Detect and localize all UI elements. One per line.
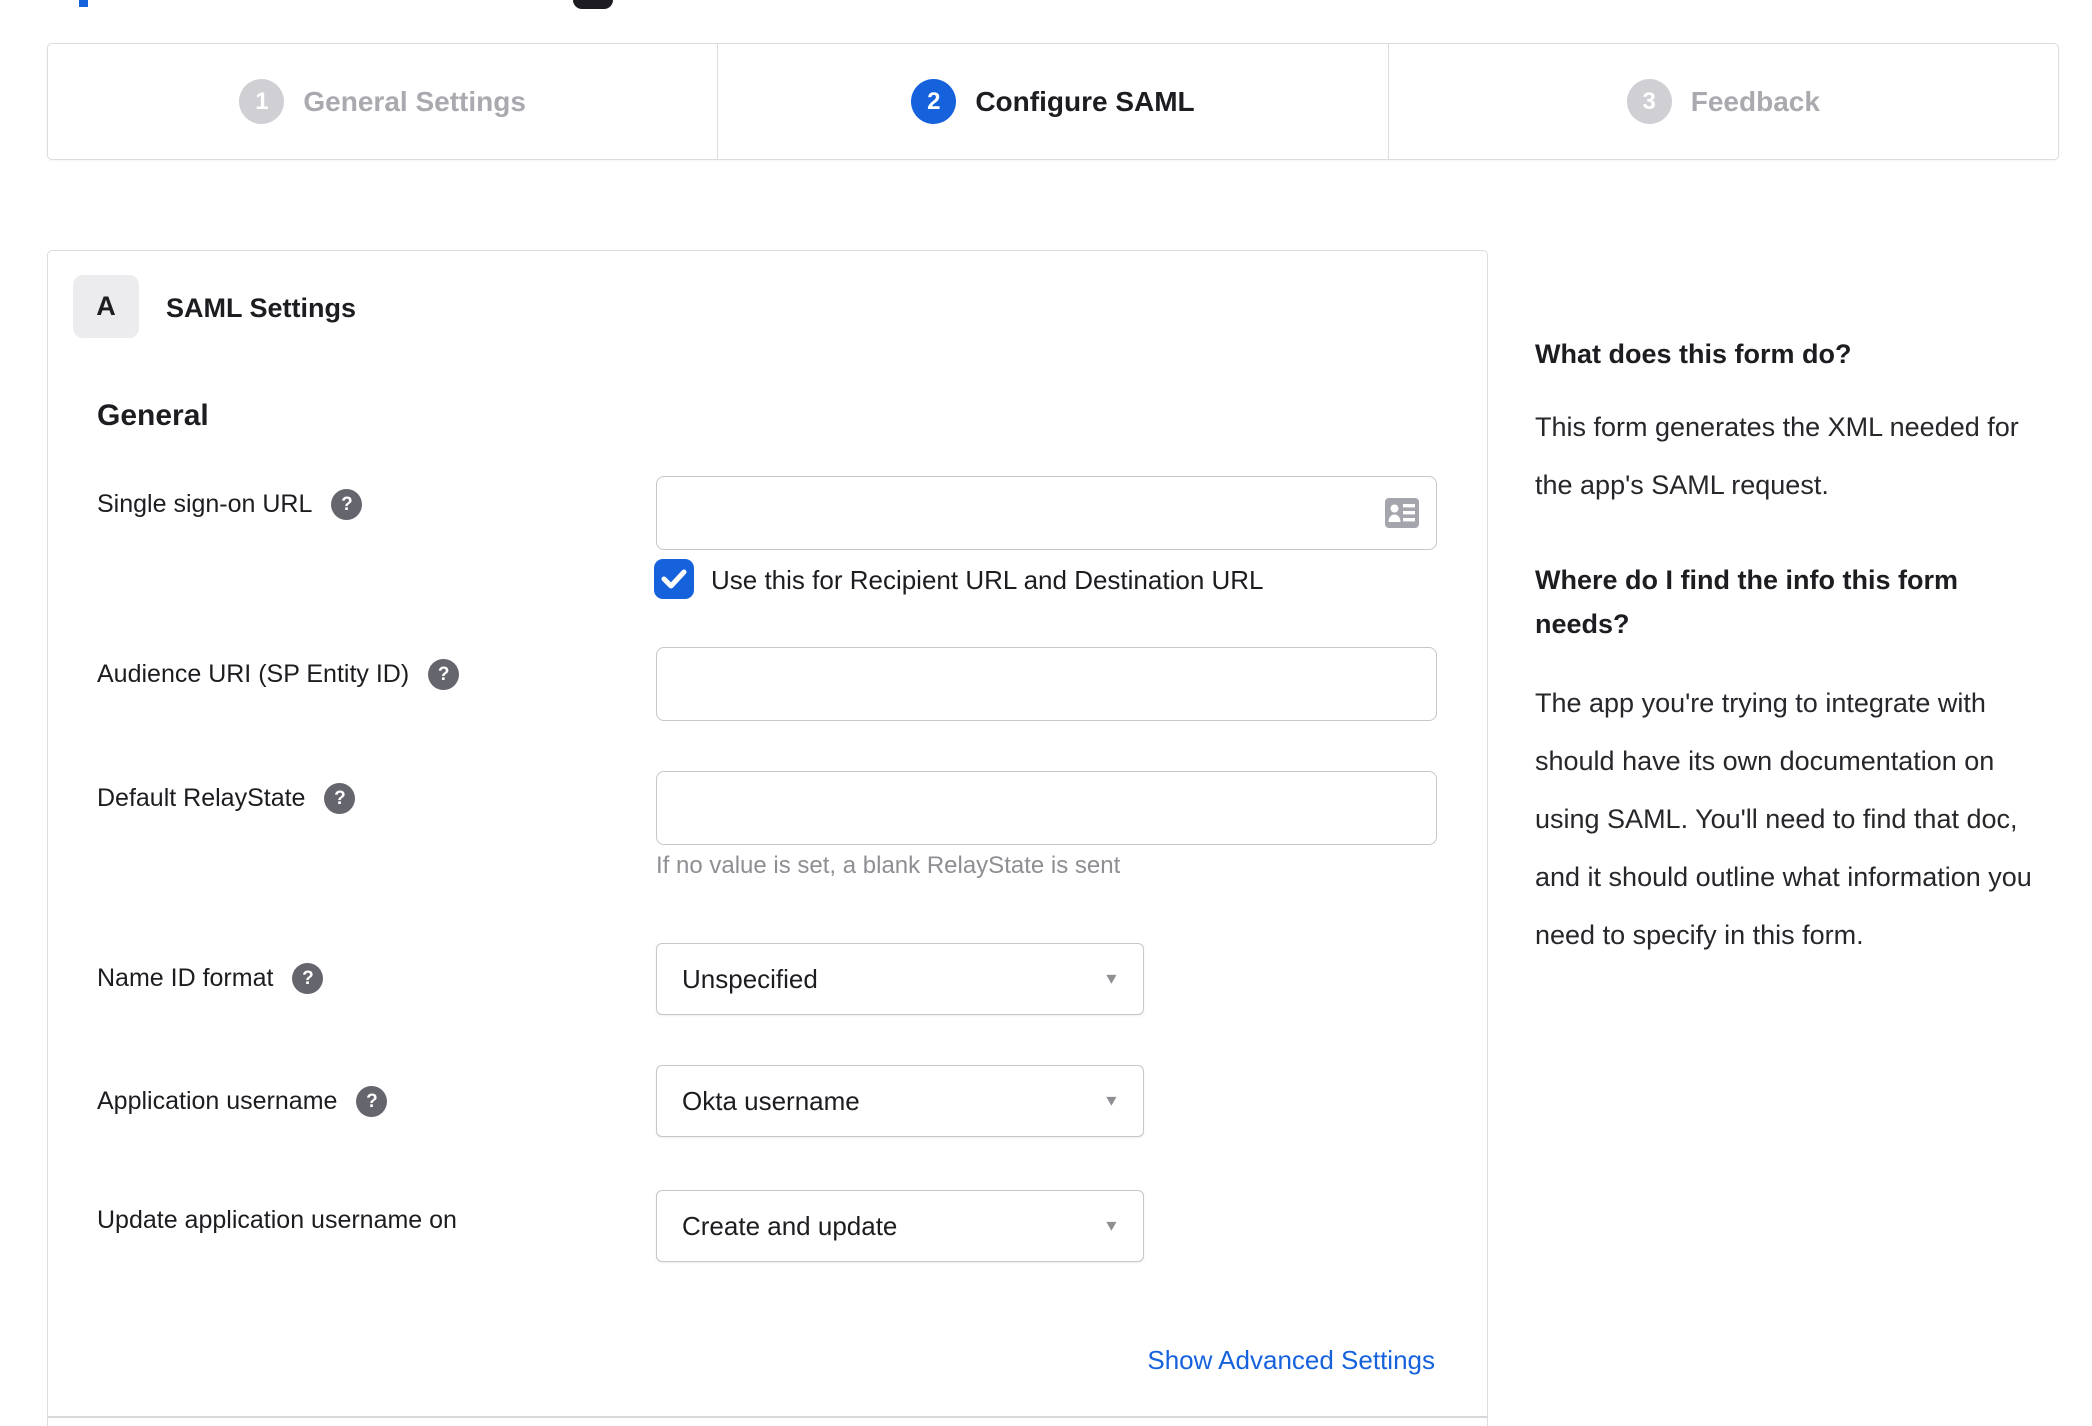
section-a-badge: A — [73, 275, 139, 338]
step-2-label: Configure SAML — [975, 85, 1195, 117]
sidebar-section-what: What does this form do? This form genera… — [1535, 332, 2055, 514]
help-icon[interactable]: ? — [292, 963, 324, 994]
caret-down-icon: ▼ — [1103, 970, 1121, 988]
saml-settings-panel: A SAML Settings General Single sign-on U… — [47, 250, 1488, 1426]
relay-state-helper-text: If no value is set, a blank RelayState i… — [656, 852, 1121, 879]
clipped-header-artifact-logo — [573, 0, 613, 9]
panel-title: SAML Settings — [166, 293, 357, 323]
relay-state-label: Default RelayState — [97, 784, 306, 812]
wizard-stepper: 1 General Settings 2 Configure SAML 3 Fe… — [47, 43, 2059, 160]
section-divider — [48, 1416, 1487, 1418]
step-feedback[interactable]: 3 Feedback — [1387, 44, 2058, 159]
sso-url-input-wrap — [656, 476, 1437, 550]
name-id-format-label-row: Name ID format ? — [97, 963, 324, 994]
sidebar-body-what: This form generates the XML needed for t… — [1535, 412, 2019, 500]
help-icon[interactable]: ? — [356, 1086, 388, 1117]
sidebar-heading-where: Where do I find the info this form needs… — [1535, 565, 1958, 639]
sidebar-section-where: Where do I find the info this form needs… — [1535, 558, 2055, 964]
app-username-label: Application username — [97, 1087, 338, 1115]
contact-card-icon[interactable] — [1385, 498, 1419, 528]
relay-state-input[interactable] — [656, 771, 1437, 845]
step-3-circle: 3 — [1626, 79, 1672, 124]
show-advanced-settings-link[interactable]: Show Advanced Settings — [1147, 1345, 1435, 1376]
sidebar-heading-what: What does this form do? — [1535, 339, 1852, 369]
caret-down-icon: ▼ — [1103, 1092, 1121, 1110]
step-1-circle: 1 — [239, 79, 285, 124]
recipient-destination-checkbox[interactable] — [654, 559, 694, 599]
audience-uri-label-row: Audience URI (SP Entity ID) ? — [97, 659, 460, 690]
sidebar-body-where: The app you're trying to integrate with … — [1535, 688, 2032, 950]
audience-uri-label: Audience URI (SP Entity ID) — [97, 660, 410, 688]
help-sidebar: What does this form do? This form genera… — [1535, 332, 2055, 964]
step-general-settings[interactable]: 1 General Settings — [48, 44, 717, 159]
checkmark-icon — [661, 569, 687, 589]
step-2-circle: 2 — [911, 79, 957, 124]
name-id-format-select[interactable]: Unspecified ▼ — [656, 943, 1144, 1015]
help-icon[interactable]: ? — [331, 489, 363, 520]
help-icon[interactable]: ? — [324, 783, 356, 814]
caret-down-icon: ▼ — [1103, 1217, 1121, 1235]
update-username-select[interactable]: Create and update ▼ — [656, 1190, 1144, 1262]
update-username-value: Create and update — [682, 1210, 898, 1241]
sso-url-input[interactable] — [656, 476, 1437, 550]
sso-url-label-row: Single sign-on URL ? — [97, 489, 363, 520]
general-section-heading: General — [97, 399, 209, 432]
help-icon[interactable]: ? — [428, 659, 460, 690]
app-username-label-row: Application username ? — [97, 1086, 388, 1117]
recipient-destination-checkbox-label: Use this for Recipient URL and Destinati… — [711, 565, 1264, 595]
step-3-label: Feedback — [1690, 85, 1820, 117]
app-username-value: Okta username — [682, 1085, 860, 1116]
name-id-format-label: Name ID format — [97, 964, 274, 992]
name-id-format-value: Unspecified — [682, 963, 818, 994]
step-configure-saml[interactable]: 2 Configure SAML — [717, 44, 1387, 159]
audience-uri-input[interactable] — [656, 647, 1437, 721]
step-1-label: General Settings — [303, 85, 526, 117]
clipped-header-artifact-blue — [79, 0, 88, 7]
update-username-label-row: Update application username on — [97, 1206, 457, 1235]
sso-url-label: Single sign-on URL — [97, 490, 313, 518]
update-username-label: Update application username on — [97, 1206, 457, 1234]
app-username-select[interactable]: Okta username ▼ — [656, 1065, 1144, 1137]
relay-state-label-row: Default RelayState ? — [97, 783, 356, 814]
